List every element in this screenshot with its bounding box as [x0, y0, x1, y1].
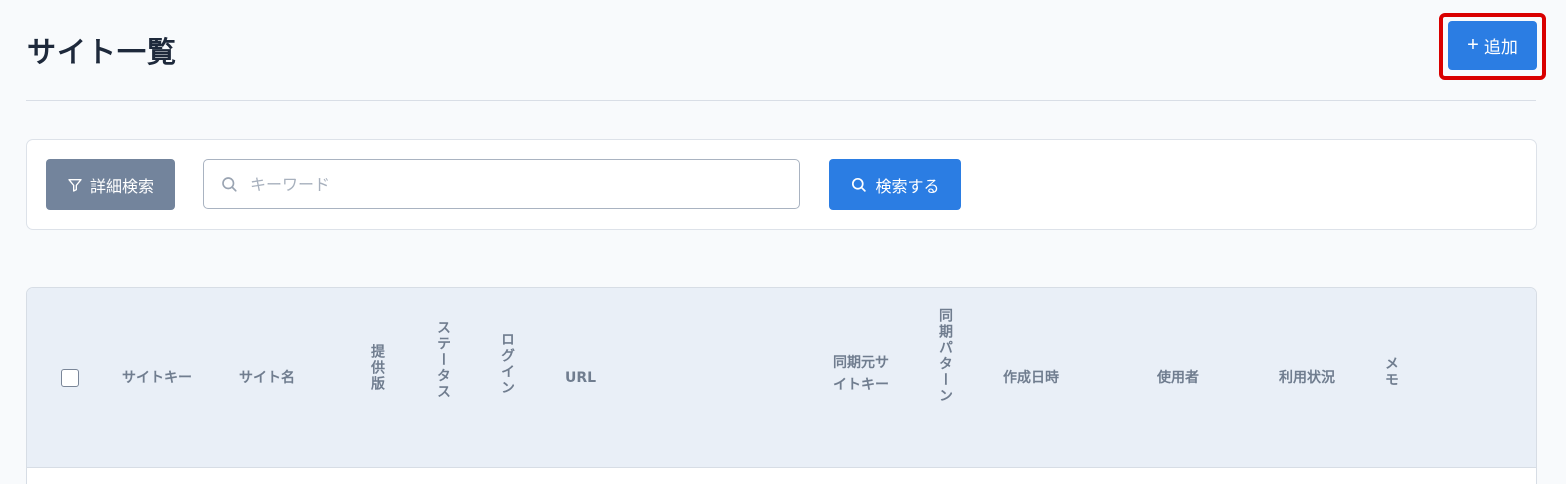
- column-header-sync-source-key[interactable]: 同期元サ イトキー: [833, 352, 889, 396]
- plus-icon: +: [1467, 33, 1479, 56]
- table-header: サイトキー サイト名 提供版 ステータス ログイン URL 同期元サ イトキー …: [27, 288, 1536, 468]
- search-button[interactable]: 検索する: [829, 159, 961, 210]
- column-header-created-at[interactable]: 作成日時: [1003, 367, 1059, 389]
- column-header-provided-version[interactable]: 提供版: [369, 344, 385, 392]
- site-list-page: サイト一覧 + 追加 詳細検索 検索する サイトキー サイト名 提供版: [0, 0, 1566, 484]
- select-all-checkbox[interactable]: [61, 369, 79, 387]
- column-header-user[interactable]: 使用者: [1157, 367, 1199, 389]
- keyword-field[interactable]: [203, 159, 800, 209]
- search-icon: [852, 177, 867, 192]
- column-header-login[interactable]: ログイン: [499, 332, 515, 396]
- detail-search-button[interactable]: 詳細検索: [46, 159, 175, 210]
- column-header-memo[interactable]: メモ: [1383, 356, 1399, 388]
- add-button[interactable]: + 追加: [1448, 21, 1537, 70]
- filter-icon: [68, 178, 82, 192]
- add-button-label: 追加: [1483, 38, 1518, 57]
- column-header-sync-pattern[interactable]: 同期パターン: [937, 308, 953, 404]
- column-header-status[interactable]: ステータス: [435, 320, 451, 400]
- sync-source-line-2: イトキー: [833, 377, 889, 393]
- sync-source-line-1: 同期元サ: [833, 355, 889, 371]
- keyword-input[interactable]: [250, 160, 790, 208]
- site-table: サイトキー サイト名 提供版 ステータス ログイン URL 同期元サ イトキー …: [26, 287, 1537, 484]
- search-icon: [222, 177, 237, 192]
- title-divider: [26, 100, 1536, 101]
- search-button-label: 検索する: [875, 176, 940, 196]
- page-title: サイト一覧: [27, 35, 178, 69]
- column-header-site-name[interactable]: サイト名: [239, 367, 295, 389]
- detail-search-label: 詳細検索: [89, 176, 154, 196]
- column-header-site-key[interactable]: サイトキー: [122, 367, 192, 389]
- column-header-usage-status[interactable]: 利用状況: [1279, 367, 1335, 389]
- column-header-url[interactable]: URL: [565, 367, 596, 389]
